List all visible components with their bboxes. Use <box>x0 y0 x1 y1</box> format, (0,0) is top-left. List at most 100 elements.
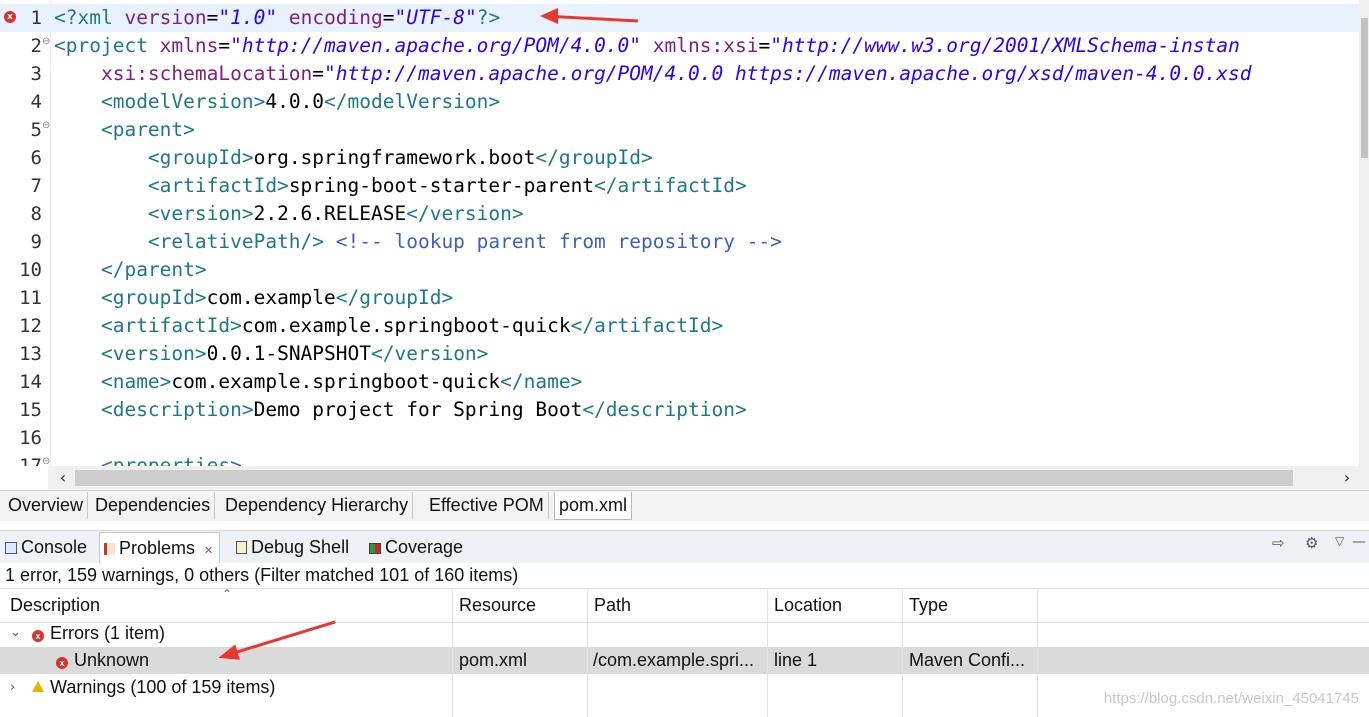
code-token: <relativePath/> <box>147 230 325 253</box>
horizontal-scroll-thumb[interactable] <box>75 470 1293 486</box>
code-token: </version> <box>371 342 489 365</box>
code-token: </artifactId> <box>594 174 747 197</box>
fold-toggle-icon[interactable]: ⊖ <box>42 456 50 466</box>
table-row[interactable]: x Unknown pom.xml /com.example.spri... li… <box>0 647 1369 674</box>
tab-overview[interactable]: Overview <box>4 492 89 519</box>
tab-debug-shell[interactable]: Debug Shell <box>236 532 349 562</box>
tab-problems[interactable]: Problems ✕ <box>99 532 221 563</box>
column-location[interactable]: Location <box>774 590 842 620</box>
code-line[interactable]: 15 <description>Demo project for Spring … <box>0 396 1369 424</box>
error-icon: x <box>32 630 44 642</box>
fold-toggle-icon[interactable]: ⊖ <box>42 120 50 132</box>
code-line[interactable]: 17 ⊖ <properties> <box>0 452 1369 466</box>
code-line[interactable]: 6 <groupId>org.springframework.boot</gro… <box>0 144 1369 172</box>
minimize-icon[interactable]: — <box>1352 534 1366 550</box>
column-divider[interactable] <box>902 590 903 717</box>
code-text: <parent> <box>54 116 195 144</box>
line-number: 2 <box>30 35 42 57</box>
code-text: <project xmlns="http://maven.apache.org/… <box>54 32 1240 60</box>
code-token: <groupId> <box>147 146 254 169</box>
problems-summary: 1 error, 159 warnings, 0 others (Filter … <box>0 563 1369 588</box>
tab-dependency-hierarchy[interactable]: Dependency Hierarchy <box>221 492 414 519</box>
tab-coverage[interactable]: Coverage <box>369 532 463 562</box>
line-number: 16 <box>19 427 42 449</box>
code-line[interactable]: 12 <artifactId>com.example.springboot-qu… <box>0 312 1369 340</box>
column-divider[interactable] <box>767 590 768 717</box>
code-token: xsi:schemaLocation <box>100 62 313 85</box>
problems-table-header <box>0 588 1369 623</box>
code-text: <modelVersion>4.0.0</modelVersion> <box>54 88 500 116</box>
tab-dependencies[interactable]: Dependencies <box>91 492 216 519</box>
console-icon <box>5 542 17 554</box>
code-token: <name> <box>100 370 172 393</box>
watermark: https://blog.csdn.net/weixin_45041745 <box>1103 690 1359 707</box>
vertical-scroll-thumb[interactable] <box>1361 18 1368 158</box>
code-token: = <box>206 6 219 29</box>
code-token: <properties> <box>100 454 242 466</box>
errors-group-row[interactable]: ⌄ x Errors (1 item) <box>0 620 1369 647</box>
coverage-icon <box>369 543 381 554</box>
configure-icon[interactable]: ⚙ <box>1305 534 1318 552</box>
code-text: <properties> <box>54 452 242 466</box>
close-icon[interactable]: ✕ <box>204 545 213 557</box>
code-line[interactable]: 2 ⊖ <project xmlns="http://maven.apache.or… <box>0 32 1369 60</box>
scroll-right-arrow-icon[interactable]: › <box>1336 466 1358 490</box>
line-number: 15 <box>19 399 42 421</box>
code-token: <artifactId> <box>147 174 289 197</box>
tab-pom-xml[interactable]: pom.xml <box>554 492 633 520</box>
column-divider[interactable] <box>587 590 588 717</box>
error-marker-icon[interactable]: x <box>4 11 16 23</box>
code-line[interactable]: 14 <name>com.example.springboot-quick</n… <box>0 368 1369 396</box>
code-text: <?xml version="1.0" encoding="UTF-8"?> <box>54 4 500 32</box>
line-number: 4 <box>30 91 42 113</box>
code-line[interactable]: 4 <modelVersion>4.0.0</modelVersion> <box>0 88 1369 116</box>
errors-group-label: Errors (1 item) <box>50 623 166 643</box>
column-resource[interactable]: Resource <box>459 590 536 620</box>
code-line[interactable]: 8 <version>2.2.6.RELEASE</version> <box>0 200 1369 228</box>
tab-console[interactable]: Console <box>5 532 87 562</box>
focus-icon[interactable]: ⇨ <box>1272 534 1285 552</box>
code-line[interactable]: 5 ⊖ <parent> <box>0 116 1369 144</box>
code-token: </groupId> <box>535 146 653 169</box>
line-number: 10 <box>19 259 42 281</box>
code-token: xmlns:xsi <box>652 34 759 57</box>
code-line[interactable]: 16 <box>0 424 1369 452</box>
chevron-down-icon[interactable]: ⌄ <box>10 625 21 640</box>
column-description[interactable]: Description <box>10 590 100 620</box>
xml-editor[interactable]: 1 <?xml version="1.0" encoding="UTF-8"?> 2… <box>0 0 1369 466</box>
error-path: /com.example.spri... <box>593 650 755 670</box>
column-type[interactable]: Type <box>909 590 948 620</box>
code-token: </modelVersion> <box>324 90 501 113</box>
line-number: 3 <box>30 63 42 85</box>
code-line[interactable]: 3 xsi:schemaLocation="http://maven.apach… <box>0 60 1369 88</box>
view-menu-icon[interactable]: ▽ <box>1335 534 1344 548</box>
tab-console-label: Console <box>21 537 88 557</box>
error-icon: x <box>56 657 68 669</box>
fold-toggle-icon[interactable]: ⊖ <box>42 36 50 48</box>
column-divider[interactable] <box>452 590 453 717</box>
sort-indicator-icon: ⌃ <box>222 587 233 601</box>
code-line[interactable]: 1 <?xml version="1.0" encoding="UTF-8"?> <box>0 4 1369 32</box>
code-line[interactable]: 9 <relativePath/> <!-- lookup parent fro… <box>0 228 1369 256</box>
column-divider[interactable] <box>1037 590 1038 717</box>
code-token: </parent> <box>100 258 207 281</box>
code-token: <artifactId> <box>100 314 242 337</box>
scroll-left-arrow-icon[interactable]: ‹ <box>52 466 74 490</box>
error-description-cell: x Unknown <box>56 647 149 674</box>
error-resource: pom.xml <box>459 650 528 670</box>
column-path[interactable]: Path <box>594 590 631 620</box>
tab-effective-pom[interactable]: Effective POM <box>425 492 549 519</box>
code-line[interactable]: 10 </parent> <box>0 256 1369 284</box>
code-token: <?xml <box>54 6 125 29</box>
code-line[interactable]: 7 <artifactId>spring-boot-starter-parent… <box>0 172 1369 200</box>
chevron-right-icon[interactable]: › <box>10 680 15 695</box>
code-line[interactable]: 11 <groupId>com.example</groupId> <box>0 284 1369 312</box>
code-line[interactable]: 13 <version>0.0.1-SNAPSHOT</version> <box>0 340 1369 368</box>
